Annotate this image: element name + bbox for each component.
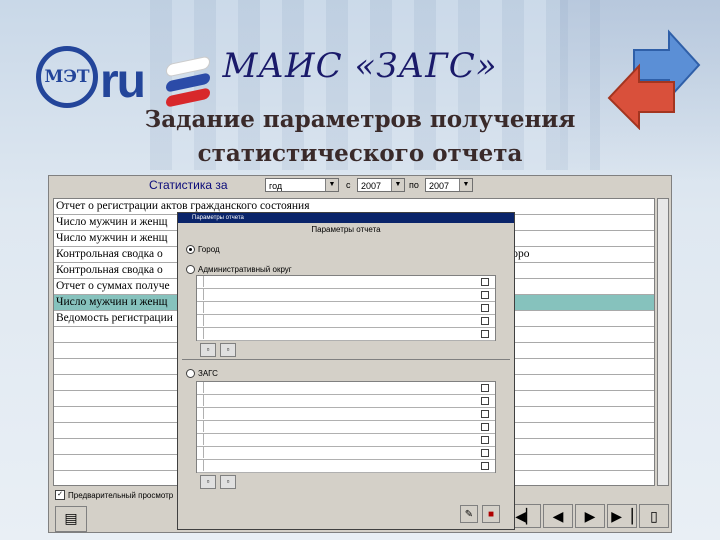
row-header [197,434,204,445]
row-header [197,447,204,458]
select-all-icon[interactable]: ▫ [200,475,216,489]
preview-checkbox-label: Предварительный просмотр [68,490,174,500]
report-label: Отчет о суммах получе [56,280,170,292]
grid-row[interactable] [197,447,495,460]
grid-row[interactable] [197,302,495,315]
grid-row[interactable] [197,289,495,302]
to-year-select[interactable]: 2007 ▼ [425,178,473,192]
row-checkbox[interactable] [481,330,489,338]
row-checkbox[interactable] [481,423,489,431]
radio-city-label: Город [198,245,220,254]
row-checkbox[interactable] [481,462,489,470]
cancel-button-icon[interactable]: ■ [482,505,500,523]
report-label: Число мужчин и женщ [56,296,168,308]
radio-district-label: Административный округ [198,265,292,274]
chevron-down-icon[interactable]: ▼ [459,179,472,191]
preview-checkbox-row[interactable]: ✓ Предварительный просмотр [55,490,173,500]
dialog-caption: Параметры отчета [311,225,381,234]
period-value: год [269,181,283,191]
report-label: Отчет о регистрации актов гражданского с… [56,200,310,212]
preview-checkbox[interactable]: ✓ [55,490,65,500]
district-grid [196,275,496,341]
swap-arrows-icon [607,29,701,130]
clear-selection-icon[interactable]: ▫ [220,343,236,357]
list-scrollbar[interactable] [657,198,669,486]
radio-dot[interactable] [186,265,195,274]
grid-row[interactable] [197,276,495,289]
row-checkbox[interactable] [481,278,489,286]
zags-grid [196,381,496,473]
row-header [197,382,204,393]
row-checkbox[interactable] [481,291,489,299]
report-label: Число мужчин и женщ [56,216,168,228]
period-select[interactable]: год ▼ [265,178,339,192]
row-header [197,315,204,326]
row-header [197,302,204,313]
report-parameters-dialog: Параметры отчета Параметры отчета Город … [177,212,515,530]
report-label: Контрольная сводка о [56,264,163,276]
radio-zags[interactable]: ЗАГС [186,369,218,378]
row-header [197,421,204,432]
from-label: с [346,180,351,190]
radio-city[interactable]: Город [186,245,220,254]
row-header [197,276,204,287]
row-header [197,395,204,406]
print-report-icon[interactable]: ▤ [55,506,87,532]
grid-row[interactable] [197,328,495,341]
exit-door-icon[interactable]: ▯ [639,504,669,528]
subtitle-line2: статистического отчета [197,140,523,167]
row-header [197,460,204,471]
row-checkbox[interactable] [481,317,489,325]
select-all-icon[interactable]: ▫ [200,343,216,357]
last-record-icon[interactable]: ▶▕ [607,504,637,528]
chevron-down-icon[interactable]: ▼ [391,179,404,191]
grid-row[interactable] [197,460,495,473]
radio-district[interactable]: Административный округ [186,265,292,274]
row-checkbox[interactable] [481,397,489,405]
ok-button-icon[interactable]: ✎ [460,505,478,523]
first-record-icon[interactable]: ◀▏ [511,504,541,528]
radio-zags-label: ЗАГС [198,369,218,378]
row-header [197,328,204,339]
to-year-value: 2007 [429,181,450,191]
row-header [197,289,204,300]
row-header [197,408,204,419]
row-checkbox[interactable] [481,410,489,418]
divider [182,359,510,360]
grid-row[interactable] [197,395,495,408]
chevron-down-icon[interactable]: ▼ [325,179,338,191]
radio-dot[interactable] [186,245,195,254]
previous-icon[interactable]: ◀ [543,504,573,528]
to-label: по [409,180,419,190]
dialog-titlebar: Параметры отчета [178,213,514,223]
statistics-label: Статистика за [149,178,228,192]
grid-row[interactable] [197,315,495,328]
report-label: Контрольная сводка о [56,248,163,260]
row-checkbox[interactable] [481,449,489,457]
grid-row[interactable] [197,434,495,447]
clear-selection-icon[interactable]: ▫ [220,475,236,489]
radio-dot[interactable] [186,369,195,378]
from-year-select[interactable]: 2007 ▼ [357,178,405,192]
row-checkbox[interactable] [481,384,489,392]
from-year-value: 2007 [361,181,382,191]
next-icon[interactable]: ▶ [575,504,605,528]
grid-row[interactable] [197,421,495,434]
grid-row[interactable] [197,408,495,421]
row-checkbox[interactable] [481,304,489,312]
row-checkbox[interactable] [481,436,489,444]
grid-row[interactable] [197,382,495,395]
report-label: Ведомость регистрации [56,312,173,324]
report-label: Число мужчин и женщ [56,232,168,244]
filter-bar: Статистика за год ▼ с 2007 ▼ по 2007 ▼ [49,176,671,196]
